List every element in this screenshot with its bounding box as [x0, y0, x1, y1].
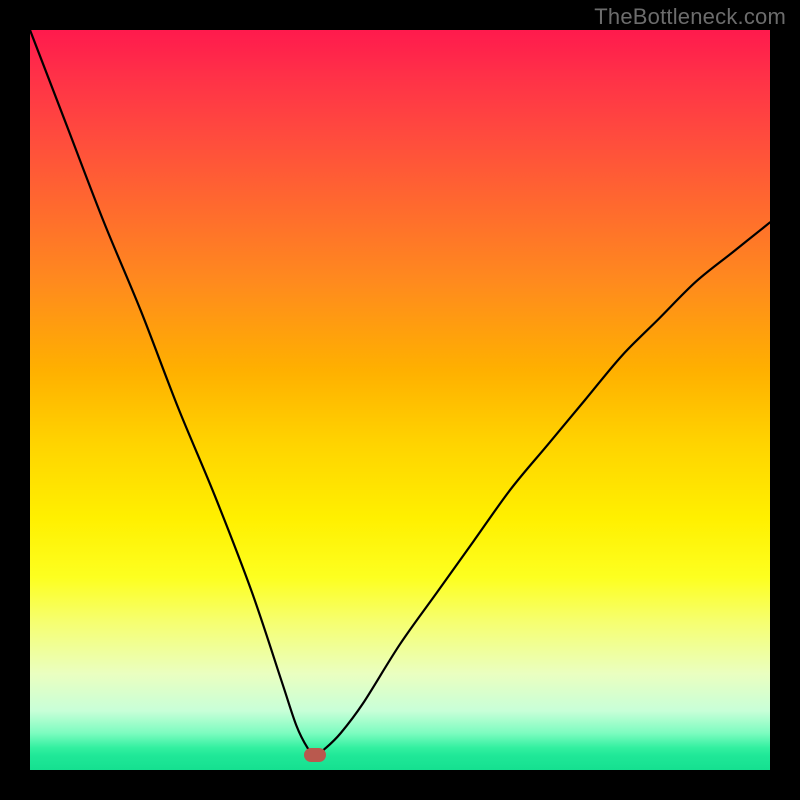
minimum-marker — [304, 748, 326, 762]
plot-area — [30, 30, 770, 770]
chart-frame: TheBottleneck.com — [0, 0, 800, 800]
bottleneck-curve — [30, 30, 770, 770]
curve-path — [30, 30, 770, 755]
watermark-text: TheBottleneck.com — [594, 4, 786, 30]
